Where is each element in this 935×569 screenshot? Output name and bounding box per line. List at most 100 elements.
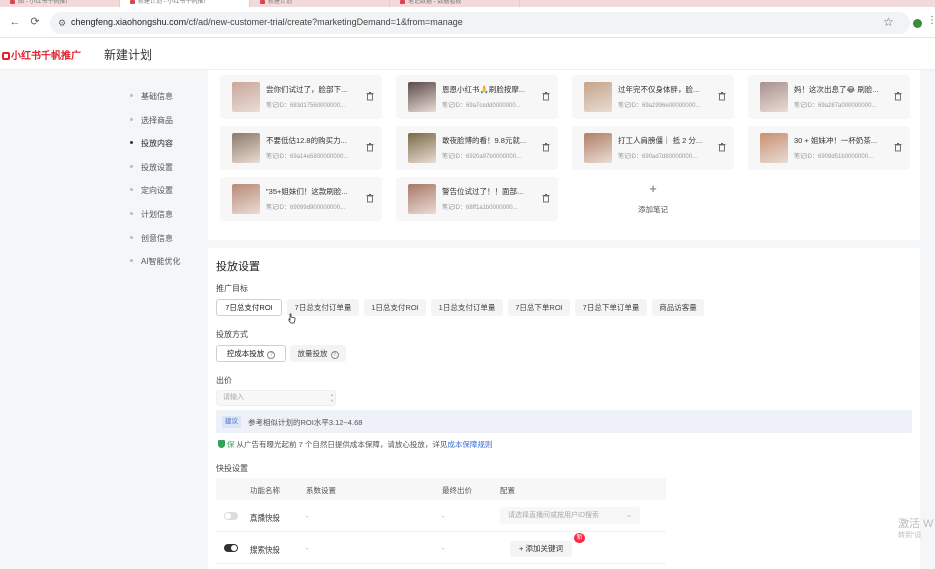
suggestion-text: 参考相似计划的ROI水平3.12~4.68 — [248, 418, 363, 427]
note-id-value: 69a287a000000000... — [818, 103, 877, 109]
goal-option[interactable]: 7日总下单ROI — [508, 299, 570, 316]
note-title: 30 + 姐妹冲！一杯奶茶... — [794, 136, 878, 145]
note-card[interactable]: 恩恩小红书🙏刷脸按摩... 笔记ID：69a7cedd0000000... — [396, 75, 558, 119]
note-title: 过年完不仅身体胖，脸... — [618, 85, 700, 94]
sidebar-step[interactable]: 选择商品 — [130, 115, 173, 126]
sidebar-step[interactable]: 创意信息 — [130, 233, 173, 244]
note-card[interactable]: 尝你们试过了，脸部下... 笔记ID：683d17560000000... — [220, 75, 382, 119]
note-card[interactable]: "35+姐妹们！这款刷脸... 笔记ID：69099d900000000... — [220, 177, 382, 221]
trash-icon[interactable] — [717, 91, 727, 101]
goal-option[interactable]: 1日总支付订单量 — [431, 299, 503, 316]
browser-tab[interactable]: 笔记数据 - 数据看板 — [390, 0, 520, 7]
table-header-cell: 功能名称 — [250, 486, 280, 495]
sidebar-step[interactable]: 投放内容 — [130, 138, 173, 149]
sidebar-step-label: 投放内容 — [141, 139, 173, 149]
note-title: 恩恩小红书🙏刷脸按摩... — [442, 85, 526, 94]
sidebar-step[interactable]: AI智能优化 — [130, 256, 181, 267]
back-arrow-icon[interactable]: ← — [8, 15, 22, 29]
note-title: 敢夜脸博的看！9.8元就... — [442, 136, 527, 145]
help-question-icon[interactable]: ? — [267, 351, 276, 359]
cost-guarantee-link[interactable]: 成本保障规则 — [447, 440, 492, 449]
note-id: 笔记ID：68ff1a1b0000000... — [442, 202, 538, 211]
browser-tab[interactable]: 新建计划 - 小红书千帆推广 — [120, 0, 250, 7]
goal-option[interactable]: 7日总支付订单量 — [287, 299, 359, 316]
sidebar-step[interactable]: 投放设置 — [130, 162, 173, 173]
extension-icon[interactable] — [913, 19, 922, 28]
tab-favicon-icon — [260, 0, 265, 4]
note-card[interactable]: 敢夜脸博的看！9.8元就... 笔记ID：6920a97b0000000... — [396, 126, 558, 170]
step-dot-icon — [130, 212, 133, 215]
note-thumbnail — [760, 133, 788, 163]
note-card[interactable]: 过年完不仅身体胖，脸... 笔记ID：69a2996e00000000... — [572, 75, 734, 119]
table-row: 直播快投 - - 请选择直播间或按用户ID搜索 ⌄ — [216, 500, 666, 532]
trash-icon[interactable] — [541, 142, 551, 152]
note-thumbnail — [584, 133, 612, 163]
browser-menu-icon[interactable]: ⋮ — [927, 15, 935, 26]
method-option[interactable]: 控成本投放? — [216, 345, 286, 362]
sidebar-step-label: 基础信息 — [141, 92, 173, 101]
note-card[interactable]: 打工人肩膀僵｜ 抵 2 分... 笔记ID：690ad7d80000000... — [572, 126, 734, 170]
trash-icon[interactable] — [541, 193, 551, 203]
feature-name: 直播快投 — [250, 513, 280, 522]
main-area: 基础信息选择商品投放内容投放设置定向设置计划信息创意信息 AI智能优化 尝你们试过… — [0, 70, 935, 569]
url-text[interactable]: chengfeng.xiaohongshu.com/cf/ad/new-cust… — [71, 17, 463, 27]
browser-tab-label: 新建计划 — [268, 0, 293, 5]
trash-icon[interactable] — [365, 91, 375, 101]
note-title: 尝你们试过了，脸部下... — [266, 85, 348, 94]
method-option-label: 控成本投放 — [226, 349, 265, 358]
step-dot-icon — [130, 117, 133, 121]
note-id-value: 69a7cedd0000000... — [466, 103, 521, 109]
note-card[interactable]: 警告位试过了！！面部... 笔记ID：68ff1a1b0000000... — [396, 177, 558, 221]
mouse-pointer-icon — [288, 313, 296, 324]
trash-icon[interactable] — [541, 91, 551, 101]
trash-icon[interactable] — [893, 142, 903, 152]
trash-icon[interactable] — [365, 193, 375, 203]
note-card[interactable]: 妈！这次出息了😂 刷脸... 笔记ID：69a287a000000000... — [748, 75, 910, 119]
goal-option[interactable]: 商品访客量 — [652, 299, 704, 316]
browser-toolbar: ← ⟳ ⚙ chengfeng.xiaohongshu.com/cf/ad/ne… — [0, 7, 935, 38]
browser-tab[interactable]: 新建计划 — [250, 0, 390, 7]
goal-option[interactable]: 7日总支付ROI — [216, 299, 282, 316]
add-note-label: 添加笔记 — [638, 205, 668, 214]
delivery-settings-section: 投放设置 推广目标 7日总支付ROI 7日总支付订单量 1日总支付ROI 1日总支付订… — [208, 248, 920, 569]
bid-input[interactable]: 请输入 — [216, 390, 336, 406]
note-id-value: 69a14e5800000000... — [290, 154, 349, 160]
feature-toggle[interactable] — [224, 544, 238, 552]
trash-icon[interactable] — [717, 142, 727, 152]
step-dot-icon — [130, 188, 133, 192]
bookmark-star-icon[interactable]: ☆ — [883, 15, 894, 29]
trash-icon[interactable] — [365, 142, 375, 152]
note-id-prefix: 笔记ID： — [442, 103, 467, 109]
live-room-select[interactable]: 请选择直播间或按用户ID搜索 ⌄ — [500, 507, 640, 524]
note-id: 笔记ID：69a287a000000000... — [794, 100, 890, 109]
site-info-icon[interactable]: ⚙ — [58, 17, 70, 29]
add-keyword-button[interactable]: + 添加关键词 — [510, 541, 572, 557]
help-question-icon[interactable]: ? — [330, 351, 339, 359]
bid-stepper[interactable]: ▲ ▼ — [330, 392, 916, 404]
sidebar-step[interactable]: 基础信息 — [130, 91, 173, 102]
note-card[interactable]: 30 + 姐妹冲！一杯奶茶... 笔记ID：6909d51b0000000... — [748, 126, 910, 170]
sidebar-step[interactable]: 定向设置 — [130, 185, 173, 196]
browser-tab[interactable]: 图 - 小红书千帆推广 — [0, 0, 120, 7]
goal-option[interactable]: 7日总下单订单量 — [575, 299, 647, 316]
sidebar-step-label: 计划信息 — [141, 210, 173, 219]
note-id: 笔记ID：69099d900000000... — [266, 202, 362, 211]
feature-toggle[interactable] — [224, 512, 238, 520]
method-option[interactable]: 放量投放? — [290, 345, 346, 362]
goal-option[interactable]: 1日总支付ROI — [364, 299, 426, 316]
add-note-button[interactable]: + 添加笔记 — [572, 177, 734, 221]
brand-logo[interactable]: 小红书千帆推广 — [2, 47, 81, 62]
note-card[interactable]: 不要低估12.8的购买力... 笔记ID：69a14e5800000000... — [220, 126, 382, 170]
step-dot-icon — [130, 164, 133, 168]
note-id-prefix: 笔记ID： — [266, 205, 291, 211]
logo-mark-icon — [2, 52, 10, 60]
cost-guarantee-note: 保从广告有曝光起前 7 个自然日提供成本保障，请放心投放，详见成本保障规则 — [218, 439, 492, 450]
reload-icon[interactable]: ⟳ — [28, 15, 42, 29]
note-title: 打工人肩膀僵｜ 抵 2 分... — [618, 136, 703, 145]
trash-icon[interactable] — [893, 91, 903, 101]
address-bar[interactable]: ⚙ chengfeng.xiaohongshu.com/cf/ad/new-cu… — [50, 12, 910, 34]
step-sidebar: 基础信息选择商品投放内容投放设置定向设置计划信息创意信息 AI智能优化 — [0, 70, 200, 569]
note-id-prefix: 笔记ID： — [442, 154, 467, 160]
table-header: 功能名称 系数设置 最终出价 配置 — [216, 478, 666, 500]
sidebar-step[interactable]: 计划信息 — [130, 209, 173, 220]
